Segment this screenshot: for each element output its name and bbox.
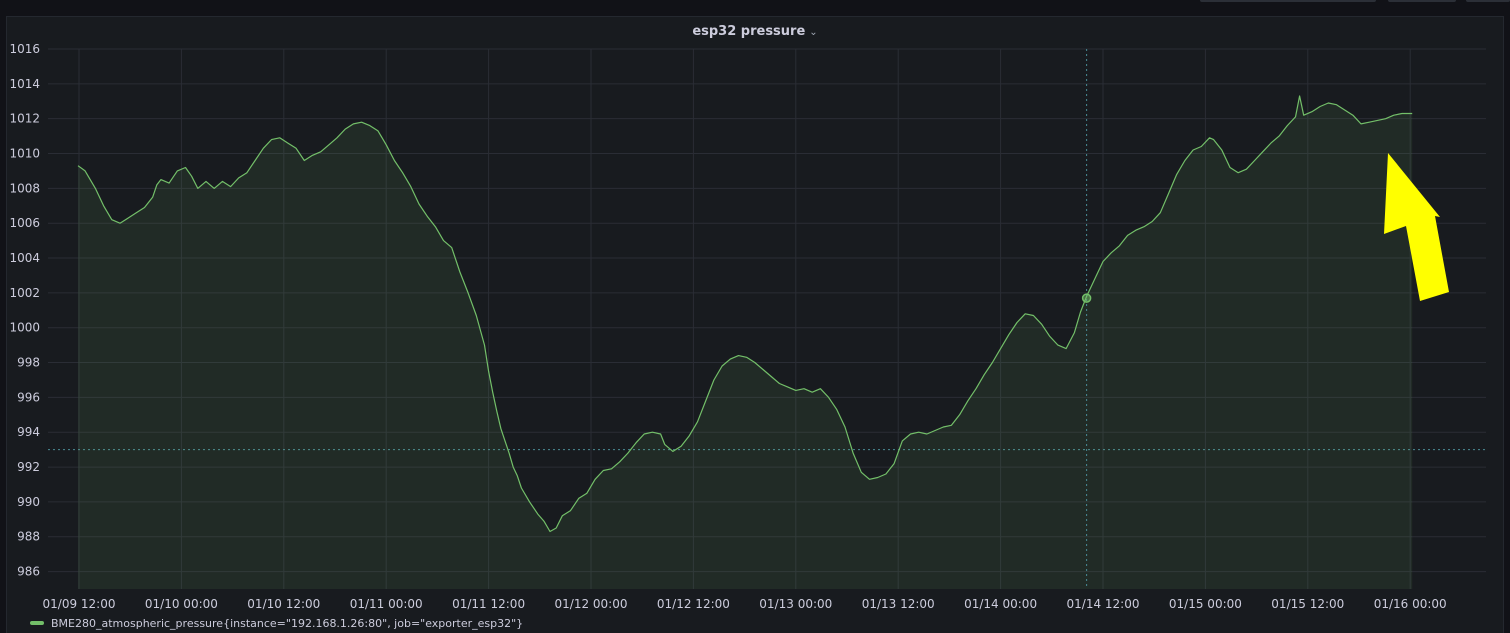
x-tick-label: 01/12 00:00 <box>555 597 628 611</box>
y-tick-label: 990 <box>17 495 40 509</box>
x-tick-label: 01/14 00:00 <box>964 597 1037 611</box>
x-tick-label: 01/10 00:00 <box>145 597 218 611</box>
legend-swatch <box>30 621 44 625</box>
y-tick-label: 996 <box>17 390 40 404</box>
y-tick-label: 992 <box>17 460 40 474</box>
y-tick-label: 1002 <box>9 286 40 300</box>
x-tick-label: 01/12 12:00 <box>657 597 730 611</box>
legend-label[interactable]: BME280_atmospheric_pressure{instance="19… <box>51 617 523 630</box>
x-tick-label: 01/10 12:00 <box>247 597 320 611</box>
x-tick-label: 01/09 12:00 <box>43 597 116 611</box>
y-tick-label: 1014 <box>9 77 40 91</box>
y-tick-label: 998 <box>17 356 40 370</box>
x-tick-label: 01/11 12:00 <box>452 597 525 611</box>
y-tick-label: 986 <box>17 565 40 579</box>
y-tick-label: 1000 <box>9 321 40 335</box>
y-tick-label: 1006 <box>9 216 40 230</box>
y-tick-label: 1010 <box>9 147 40 161</box>
x-tick-label: 01/13 12:00 <box>862 597 935 611</box>
pressure-chart[interactable]: 986 988 990 992 994 996 998 1000 1002 1004 1006 100… <box>0 0 1510 633</box>
legend[interactable]: BME280_atmospheric_pressure{instance="19… <box>30 614 523 632</box>
x-tick-label: 01/14 12:00 <box>1067 597 1140 611</box>
hover-point[interactable] <box>1081 293 1092 303</box>
y-tick-label: 1008 <box>9 181 40 195</box>
x-tick-label: 01/15 12:00 <box>1271 597 1344 611</box>
y-tick-label: 994 <box>17 425 40 439</box>
y-tick-label: 1016 <box>9 42 40 56</box>
x-tick-label: 01/16 00:00 <box>1374 597 1447 611</box>
x-tick-label: 01/11 00:00 <box>350 597 423 611</box>
x-tick-label: 01/13 00:00 <box>759 597 832 611</box>
y-tick-label: 1012 <box>9 112 40 126</box>
y-tick-label: 988 <box>17 530 40 544</box>
y-tick-label: 1004 <box>9 251 40 265</box>
x-tick-label: 01/15 00:00 <box>1169 597 1242 611</box>
series-area-fill <box>78 96 1413 589</box>
